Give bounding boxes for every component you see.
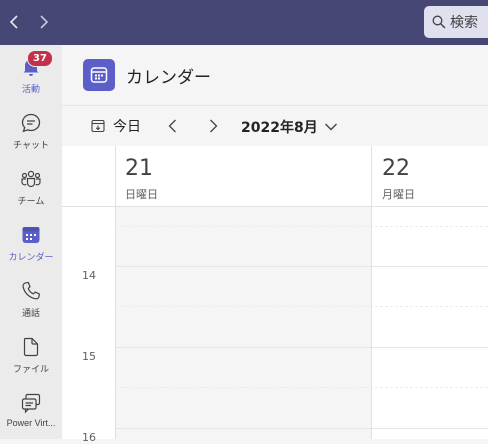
rail-label-calendar: カレンダー	[8, 252, 54, 262]
rail-item-activity[interactable]: 37 活動	[0, 45, 62, 101]
half-hour-line	[115, 226, 488, 227]
power-virtual-agents-icon	[19, 391, 43, 415]
rail-label-files: ファイル	[12, 364, 49, 374]
calendar-main: カレンダー 今日 2022年8月 21 日曜日 22 月曜日 14 15 16	[62, 45, 488, 444]
hour-line	[115, 428, 488, 429]
rail-item-calls[interactable]: 通話	[0, 269, 62, 325]
chevron-left-icon	[168, 119, 176, 133]
today-button[interactable]: 今日	[91, 116, 141, 136]
title-bar: 検索	[0, 0, 488, 45]
day-name: 日曜日	[125, 188, 158, 201]
search-label: 検索	[450, 15, 478, 31]
half-hour-line	[115, 306, 488, 307]
previous-week-button[interactable]	[164, 117, 182, 135]
search-box[interactable]: 検索	[424, 6, 488, 38]
rail-item-power-virtual-agents[interactable]: Power Virt...	[0, 381, 62, 437]
chevron-right-icon	[210, 119, 218, 133]
month-label: 2022年8月	[241, 120, 318, 136]
rail-label-chat: チャット	[13, 140, 49, 150]
rail-label-calls: 通話	[21, 308, 40, 318]
rail-item-calendar[interactable]: カレンダー	[0, 213, 62, 269]
chevron-right-icon	[40, 15, 49, 29]
calendar-icon	[19, 223, 43, 247]
rail-item-files[interactable]: ファイル	[0, 325, 62, 381]
day-number: 22	[382, 156, 410, 181]
hour-line	[115, 347, 488, 348]
day-number: 21	[125, 156, 153, 181]
activity-badge: 37	[27, 50, 53, 67]
phone-icon	[19, 279, 43, 303]
rail-item-chat[interactable]: チャット	[0, 101, 62, 157]
calendar-app-icon	[83, 59, 115, 91]
time-grid: 14 15 16	[62, 207, 488, 444]
chat-icon	[19, 111, 43, 135]
day-header[interactable]: 22 月曜日	[372, 146, 488, 206]
search-icon	[432, 15, 446, 29]
hour-label: 16	[82, 431, 96, 444]
today-calendar-icon	[91, 119, 105, 133]
rail-item-teams[interactable]: チーム	[0, 157, 62, 213]
rail-label-teams: チーム	[17, 196, 45, 206]
day-header-row: 21 日曜日 22 月曜日	[62, 146, 488, 207]
day-header[interactable]: 21 日曜日	[115, 146, 371, 206]
half-hour-line	[115, 387, 488, 388]
day-name: 月曜日	[382, 188, 415, 201]
back-button[interactable]	[6, 12, 22, 32]
forward-button[interactable]	[36, 12, 52, 32]
page-title: カレンダー	[126, 68, 211, 88]
hour-line	[115, 266, 488, 267]
calendar-toolbar: 今日 2022年8月	[62, 106, 488, 147]
hour-label: 15	[82, 350, 96, 363]
hour-label: 14	[82, 269, 96, 282]
rail-label-activity: 活動	[21, 84, 40, 94]
rail-label-power-virtual-agents: Power Virt...	[6, 418, 56, 428]
chevron-left-icon	[9, 15, 18, 29]
chevron-down-icon	[324, 123, 337, 131]
app-rail: 37 活動 チャット チーム カレンダー 通話 ファイル Power Virt.…	[0, 45, 62, 439]
calendar-header: カレンダー	[62, 45, 488, 106]
teams-icon	[19, 167, 43, 191]
day-column[interactable]	[115, 207, 371, 439]
next-week-button[interactable]	[204, 117, 222, 135]
month-picker[interactable]: 2022年8月	[241, 117, 338, 137]
today-label: 今日	[113, 119, 141, 135]
column-divider	[115, 207, 116, 439]
day-column[interactable]	[372, 207, 488, 439]
file-icon	[19, 335, 43, 359]
column-divider	[371, 207, 372, 439]
